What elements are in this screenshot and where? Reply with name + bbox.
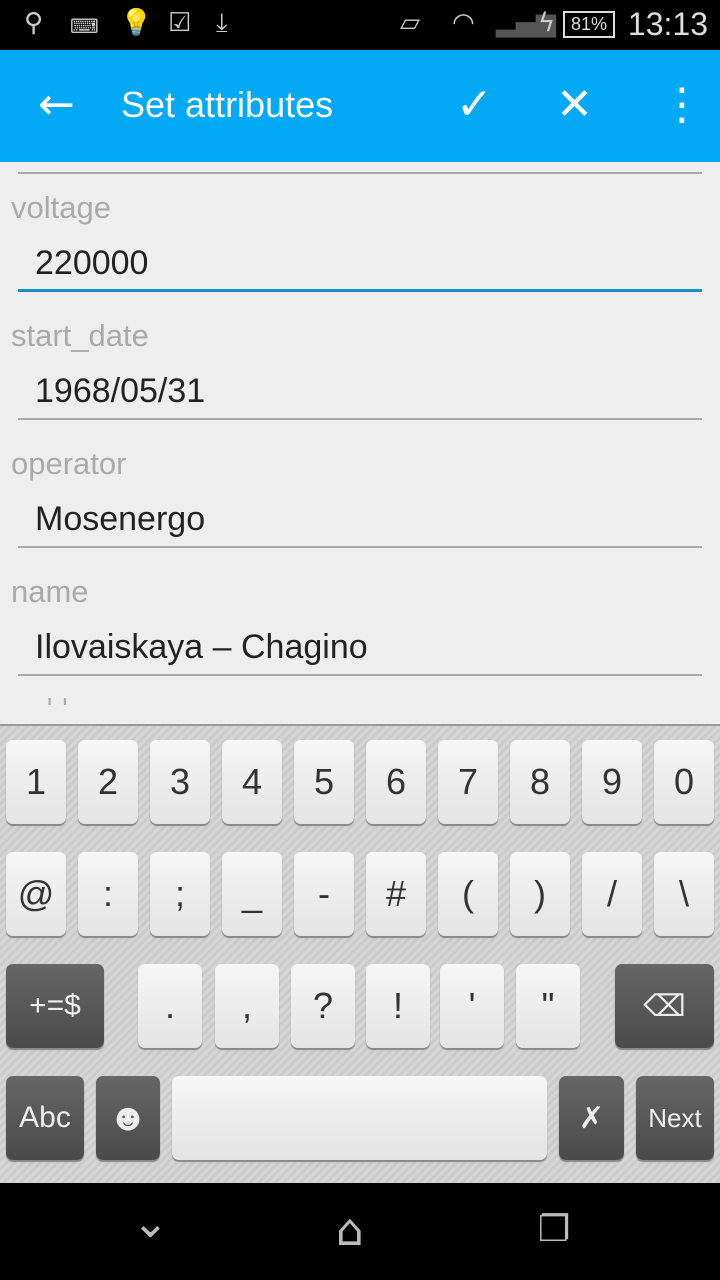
- usb-icon: ⚲: [24, 8, 44, 38]
- field-label: start_date: [11, 318, 149, 353]
- attribute-form: voltage 220000 start_date 1968/05/31 ope…: [0, 162, 720, 724]
- field-name: name Ilovaiskaya – Chagino: [0, 546, 720, 676]
- key-symbols-toggle[interactable]: +=$: [6, 964, 104, 1048]
- key-symbol[interactable]: _: [222, 852, 282, 936]
- key-symbol[interactable]: :: [78, 852, 138, 936]
- key-settings[interactable]: ✗: [559, 1076, 624, 1160]
- key-backspace[interactable]: ⌫: [615, 964, 714, 1048]
- overflow-menu-icon[interactable]: ⋮: [660, 80, 704, 130]
- key-symbol[interactable]: @: [6, 852, 66, 936]
- key-4[interactable]: 4: [222, 740, 282, 824]
- key-punctuation[interactable]: !: [366, 964, 430, 1048]
- field-voltage: voltage 220000: [0, 162, 720, 292]
- key-symbol[interactable]: ;: [150, 852, 210, 936]
- key-5[interactable]: 5: [294, 740, 354, 824]
- recent-apps-icon[interactable]: ❐: [538, 1209, 570, 1250]
- operator-input[interactable]: Mosenergo: [18, 492, 702, 548]
- backspace-icon: ⌫: [643, 989, 686, 1023]
- key-0[interactable]: 0: [654, 740, 714, 824]
- emoji-icon: ☻: [108, 1096, 148, 1139]
- key-3[interactable]: 3: [150, 740, 210, 824]
- vibrate-icon: ▱: [400, 8, 420, 38]
- key-next[interactable]: Next: [636, 1076, 714, 1160]
- key-symbol[interactable]: -: [294, 852, 354, 936]
- key-punctuation[interactable]: .: [138, 964, 202, 1048]
- start-date-input[interactable]: 1968/05/31: [18, 364, 702, 420]
- back-chevron-icon[interactable]: ⌄: [132, 1197, 169, 1248]
- arrow-left-icon[interactable]: ←: [38, 80, 75, 130]
- download-icon: ⤓: [216, 8, 228, 38]
- key-symbol[interactable]: \: [654, 852, 714, 936]
- name-input[interactable]: Ilovaiskaya – Chagino: [18, 620, 702, 676]
- key-abc[interactable]: Abc: [6, 1076, 84, 1160]
- keyboard-icon: ⌨: [70, 14, 99, 38]
- keyboard: +=$ ⌫ Abc ☻ ✗ Next 1 2 3 4 5 6 7 8 9 0 @:; _ - #() / \.…: [0, 724, 720, 1183]
- key-7[interactable]: 7: [438, 740, 498, 824]
- partial-next-label: ' ': [46, 694, 69, 724]
- charging-icon: ϟ: [538, 8, 556, 38]
- key-symbol[interactable]: /: [582, 852, 642, 936]
- key-symbol[interactable]: (: [438, 852, 498, 936]
- voltage-input[interactable]: 220000: [18, 236, 702, 292]
- check-icon[interactable]: ✓: [456, 80, 493, 130]
- home-icon[interactable]: ⌂: [336, 1205, 364, 1256]
- lightbulb-icon: 💡: [120, 8, 153, 38]
- field-label: voltage: [11, 190, 111, 225]
- field-label: operator: [11, 446, 127, 481]
- field-start-date: start_date 1968/05/31: [0, 290, 720, 420]
- key-1[interactable]: 1: [6, 740, 66, 824]
- key-6[interactable]: 6: [366, 740, 426, 824]
- key-punctuation[interactable]: ?: [291, 964, 355, 1048]
- key-9[interactable]: 9: [582, 740, 642, 824]
- key-space[interactable]: [172, 1076, 547, 1160]
- key-8[interactable]: 8: [510, 740, 570, 824]
- navigation-bar: ⌄ ⌂ ❐: [0, 1183, 720, 1280]
- clock: 13:13: [627, 6, 708, 42]
- key-symbol[interactable]: ): [510, 852, 570, 936]
- battery-indicator: 81%: [563, 11, 615, 38]
- wifi-icon: ◠: [452, 8, 475, 38]
- status-bar: ⚲ ⌨ 💡 ☑ ⤓ ▱ ◠ ▂▄▆ ϟ 81% 13:13: [0, 0, 720, 50]
- key-punctuation[interactable]: ,: [215, 964, 279, 1048]
- app-bar: ← Set attributes ✓ ✕ ⋮: [0, 50, 720, 162]
- page-title: Set attributes: [121, 84, 334, 125]
- key-2[interactable]: 2: [78, 740, 138, 824]
- field-operator: operator Mosenergo: [0, 418, 720, 548]
- field-label: name: [11, 574, 89, 609]
- key-emoji[interactable]: ☻: [96, 1076, 160, 1160]
- key-symbol[interactable]: #: [366, 852, 426, 936]
- key-punctuation[interactable]: ': [440, 964, 504, 1048]
- key-punctuation[interactable]: ": [516, 964, 580, 1048]
- tools-icon: ✗: [578, 1101, 605, 1135]
- checkbox-icon: ☑: [168, 8, 192, 38]
- close-icon[interactable]: ✕: [556, 80, 593, 130]
